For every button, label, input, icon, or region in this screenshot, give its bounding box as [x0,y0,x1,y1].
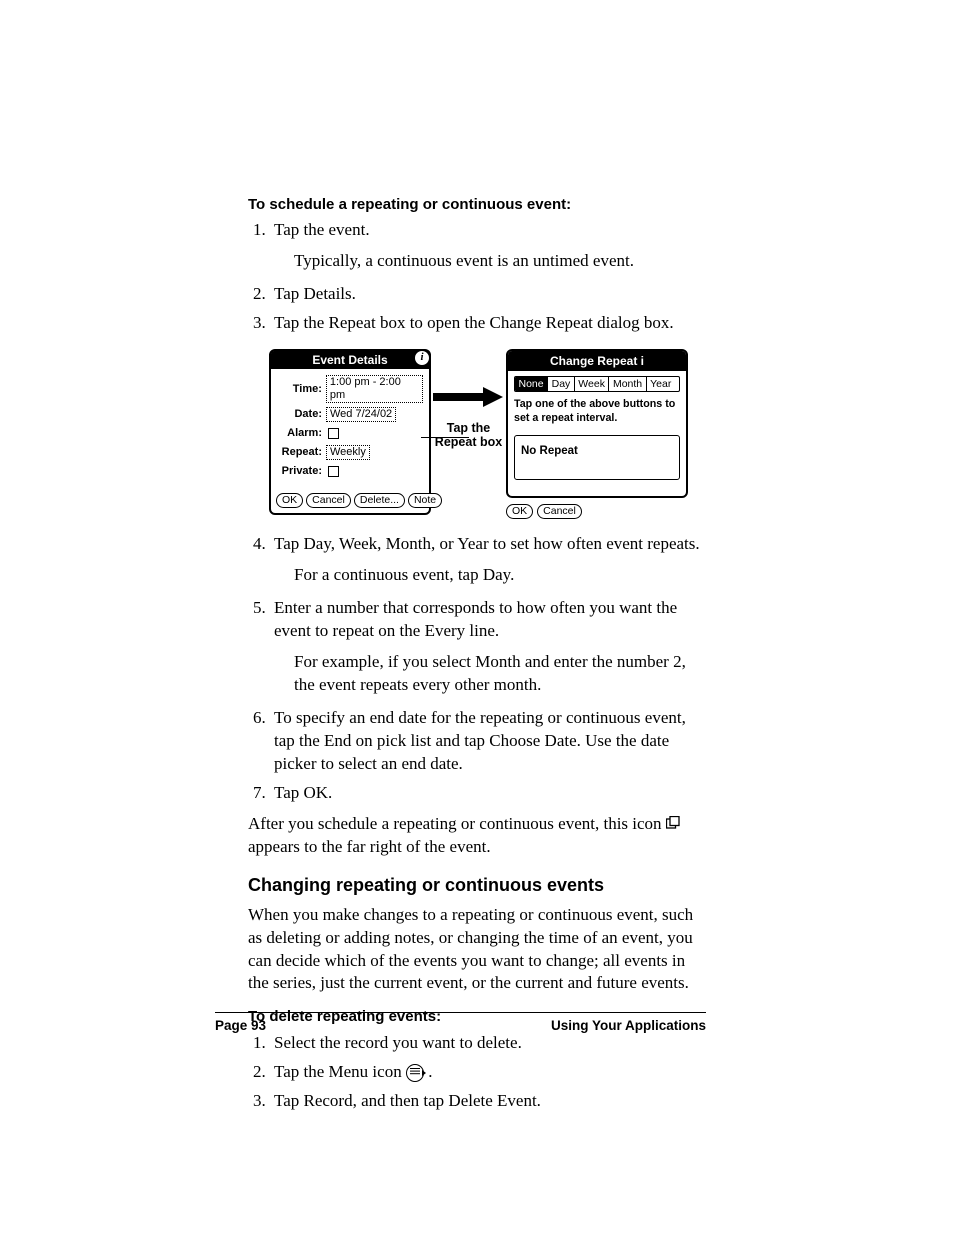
schedule-steps-6: To specify an end date for the repeating… [248,707,709,805]
delete-steps: Select the record you want to delete. Ta… [248,1032,709,1113]
menu-icon [406,1064,424,1082]
tab-week[interactable]: Week [575,377,610,391]
repeat-diagram: Event Details i Time: 1:00 pm - 2:00 pm … [248,349,709,519]
step-text: Enter a number that corresponds to how o… [274,598,677,640]
change-repeat-dialog: Change Repeat i None Day Week Month Year… [506,349,688,519]
alarm-checkbox[interactable] [328,428,339,439]
cr-cancel-button[interactable]: Cancel [537,504,582,519]
del-step-1: Select the record you want to delete. [270,1032,709,1055]
schedule-steps-cont: Tap Details. Tap the Repeat box to open … [248,283,709,335]
step-1-sub: Typically, a continuous event is an unti… [294,250,709,273]
step-text: Tap Details. [274,284,356,303]
step-text: Tap Record, and then tap Delete Event. [274,1091,541,1110]
date-field[interactable]: Wed 7/24/02 [326,407,396,422]
delete-button[interactable]: Delete... [354,493,405,508]
schedule-steps-4: Tap Day, Week, Month, or Year to set how… [248,533,709,556]
tab-month[interactable]: Month [609,377,646,391]
del-step-3: Tap Record, and then tap Delete Event. [270,1090,709,1113]
step-4: Tap Day, Week, Month, or Year to set how… [270,533,709,556]
cancel-button[interactable]: Cancel [306,493,351,508]
step-5-sub: For example, if you select Month and ent… [294,651,709,697]
step-text: Tap the event. [274,220,370,239]
note-button[interactable]: Note [408,493,442,508]
heading-changing: Changing repeating or continuous events [248,873,709,897]
no-repeat-box: No Repeat [514,435,680,481]
tab-none[interactable]: None [515,377,548,391]
interval-segmented: None Day Week Month Year [514,376,680,392]
page-footer: Page 93 Using Your Applications [215,1012,706,1035]
schedule-steps: Tap the event. [248,219,709,242]
tab-day[interactable]: Day [548,377,575,391]
footer-section: Using Your Applications [551,1017,706,1035]
time-label: Time: [277,382,322,397]
connector-line [421,437,469,438]
cr-ok-button[interactable]: OK [506,504,533,519]
footer-page: Page 93 [215,1017,266,1035]
step-text: Tap OK. [274,783,332,802]
step-text: Tap Day, Week, Month, or Year to set how… [274,534,700,553]
info-icon[interactable]: i [641,354,644,368]
after-text-a: After you schedule a repeating or contin… [248,814,666,833]
step-4-sub: For a continuous event, tap Day. [294,564,709,587]
arrow-column: Tap the Repeat box [431,349,506,450]
after-schedule-para: After you schedule a repeating or contin… [248,813,709,860]
step-text-a: Tap the Menu icon [274,1062,406,1081]
repeat-label: Repeat: [277,445,322,460]
step-3: Tap the Repeat box to open the Change Re… [270,312,709,335]
heading-schedule: To schedule a repeating or continuous ev… [248,195,709,215]
time-field[interactable]: 1:00 pm - 2:00 pm [326,375,423,403]
step-2: Tap Details. [270,283,709,306]
change-repeat-title: Change Repeat [550,354,637,368]
changing-para: When you make changes to a repeating or … [248,904,709,996]
change-repeat-titlebar: Change Repeat i [508,351,686,371]
step-5: Enter a number that corresponds to how o… [270,597,709,643]
info-icon[interactable]: i [413,349,431,367]
private-checkbox[interactable] [328,466,339,477]
step-text: To specify an end date for the repeating… [274,708,686,773]
arrow-icon [431,383,506,411]
private-label: Private: [277,464,322,479]
date-label: Date: [277,407,322,422]
schedule-steps-5: Enter a number that corresponds to how o… [248,597,709,643]
step-text-b: . [428,1062,432,1081]
tab-year[interactable]: Year [647,377,675,391]
arrow-caption: Tap the Repeat box [431,421,506,450]
step-6: To specify an end date for the repeating… [270,707,709,776]
step-1: Tap the event. [270,219,709,242]
event-details-dialog: Event Details i Time: 1:00 pm - 2:00 pm … [269,349,431,515]
after-text-b: appears to the far right of the event. [248,837,491,856]
del-step-2: Tap the Menu icon . [270,1061,709,1084]
repeat-event-icon [666,813,680,836]
event-details-titlebar: Event Details i [271,351,429,369]
event-details-title: Event Details [312,353,387,367]
interval-hint: Tap one of the above buttons to set a re… [514,398,680,425]
step-7: Tap OK. [270,782,709,805]
step-text: Tap the Repeat box to open the Change Re… [274,313,674,332]
alarm-label: Alarm: [277,426,322,441]
step-text: Select the record you want to delete. [274,1033,522,1052]
repeat-field[interactable]: Weekly [326,445,370,460]
ok-button[interactable]: OK [276,493,303,508]
